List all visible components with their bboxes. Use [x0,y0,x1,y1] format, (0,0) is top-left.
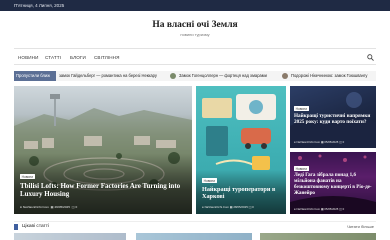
featured-card[interactable]: Новини Найкращі туристичні напрямки 2025… [290,86,376,148]
card-comments[interactable]: 0 [252,205,254,209]
card-title[interactable]: Найкращі туристичні напрямки 2025 року: … [294,113,374,126]
card-title[interactable]: Tbilisi Lofts: How Former Factories Are … [20,182,190,198]
site-branding: На власні очі Земля новини туризму [0,11,390,44]
nav-item-news[interactable]: Новини [18,49,38,66]
card-date: 28/05/2025 [233,205,248,209]
card-comments[interactable]: 0 [343,207,345,211]
read-more-link[interactable]: Читати більше [347,224,374,229]
user-icon: ● [202,205,204,209]
card-author[interactable]: NaVlasniOchi.Com [23,205,49,209]
card-meta: ● NaVlasniOchi.Com ▦ 29/05/2025 ◫ 0 [20,205,77,209]
site-tagline: новини туризму [180,32,210,37]
ticker-thumbnail [282,73,288,79]
featured-card[interactable]: Новини Леді Гага зібрала понад 1,6 мільй… [290,152,376,214]
article-thumbnail[interactable] [14,233,126,240]
nav-item-lighting[interactable]: Світління [94,49,120,66]
featured-articles-section: Цікаві статті Читати більше [14,221,376,232]
nav-item-articles[interactable]: Статті [45,49,61,66]
news-ticker: Пропустили ближ замок Гайдельберг — рома… [14,71,376,81]
comment-icon: ◫ [339,140,342,144]
card-title[interactable]: Найкращі туроператори в Харкові [202,186,284,200]
card-date: 29/05/2025 [54,205,70,209]
ticker-item[interactable]: замок Гайдельберг — романтика на березі … [59,71,157,81]
article-thumbnail[interactable] [260,233,376,240]
comment-icon: ◫ [339,207,342,211]
category-badge[interactable]: Новини [202,178,217,184]
card-date: 05/05/2025 [324,140,339,144]
category-badge[interactable]: Новини [294,166,309,172]
section-accent-bar [14,224,18,230]
topbar-date: П'ятниця, 4 Липня, 2025 [14,3,65,8]
card-author[interactable]: NaVlasniOchi.Com [296,140,320,144]
search-icon[interactable] [367,54,374,61]
main-navigation: Новини Статті Блоги Світління [14,48,376,65]
card-meta: ● NaVlasniOchi.Com ▦ 05/05/2025 ◫ 0 [294,140,344,144]
ticker-item[interactable]: Подорожі Нікечниною: замок Гоюшвангу [291,71,367,81]
card-comments[interactable]: 0 [343,140,345,144]
nav-item-blogs[interactable]: Блоги [70,49,86,66]
topbar: П'ятниця, 4 Липня, 2025 [0,0,390,11]
card-author[interactable]: NaVlasniOchi.Com [205,205,229,209]
user-icon: ● [20,205,22,209]
site-title[interactable]: На власні очі Земля [0,20,390,30]
section-title: Цікаві статті [22,224,49,229]
featured-card[interactable]: Новини Найкращі туроператори в Харкові ●… [196,86,286,214]
card-meta: ● NaVlasniOchi.Com ▦ 28/05/2025 ◫ 0 [202,205,254,209]
card-comments[interactable]: 0 [75,205,77,209]
ticker-thumbnail [170,73,176,79]
comment-icon: ◫ [248,205,252,209]
card-date: 05/05/2025 [324,207,339,211]
category-badge[interactable]: Новини [20,174,35,180]
ticker-label: Пропустили ближ [14,71,56,81]
card-meta: ● NaVlasniOchi.Com ▦ 05/05/2025 ◫ 0 [294,207,344,211]
featured-card[interactable]: Новини Tbilisi Lofts: How Former Factori… [14,86,192,214]
card-title[interactable]: Леді Гага зібрала понад 1,6 мільйона фан… [294,172,374,196]
card-author[interactable]: NaVlasniOchi.Com [296,207,320,211]
category-badge[interactable]: Новини [294,106,309,112]
ticker-item[interactable]: Замок Гогенцоллерн — фортеця над хмарами [179,71,267,81]
article-thumbnail[interactable] [136,233,252,240]
